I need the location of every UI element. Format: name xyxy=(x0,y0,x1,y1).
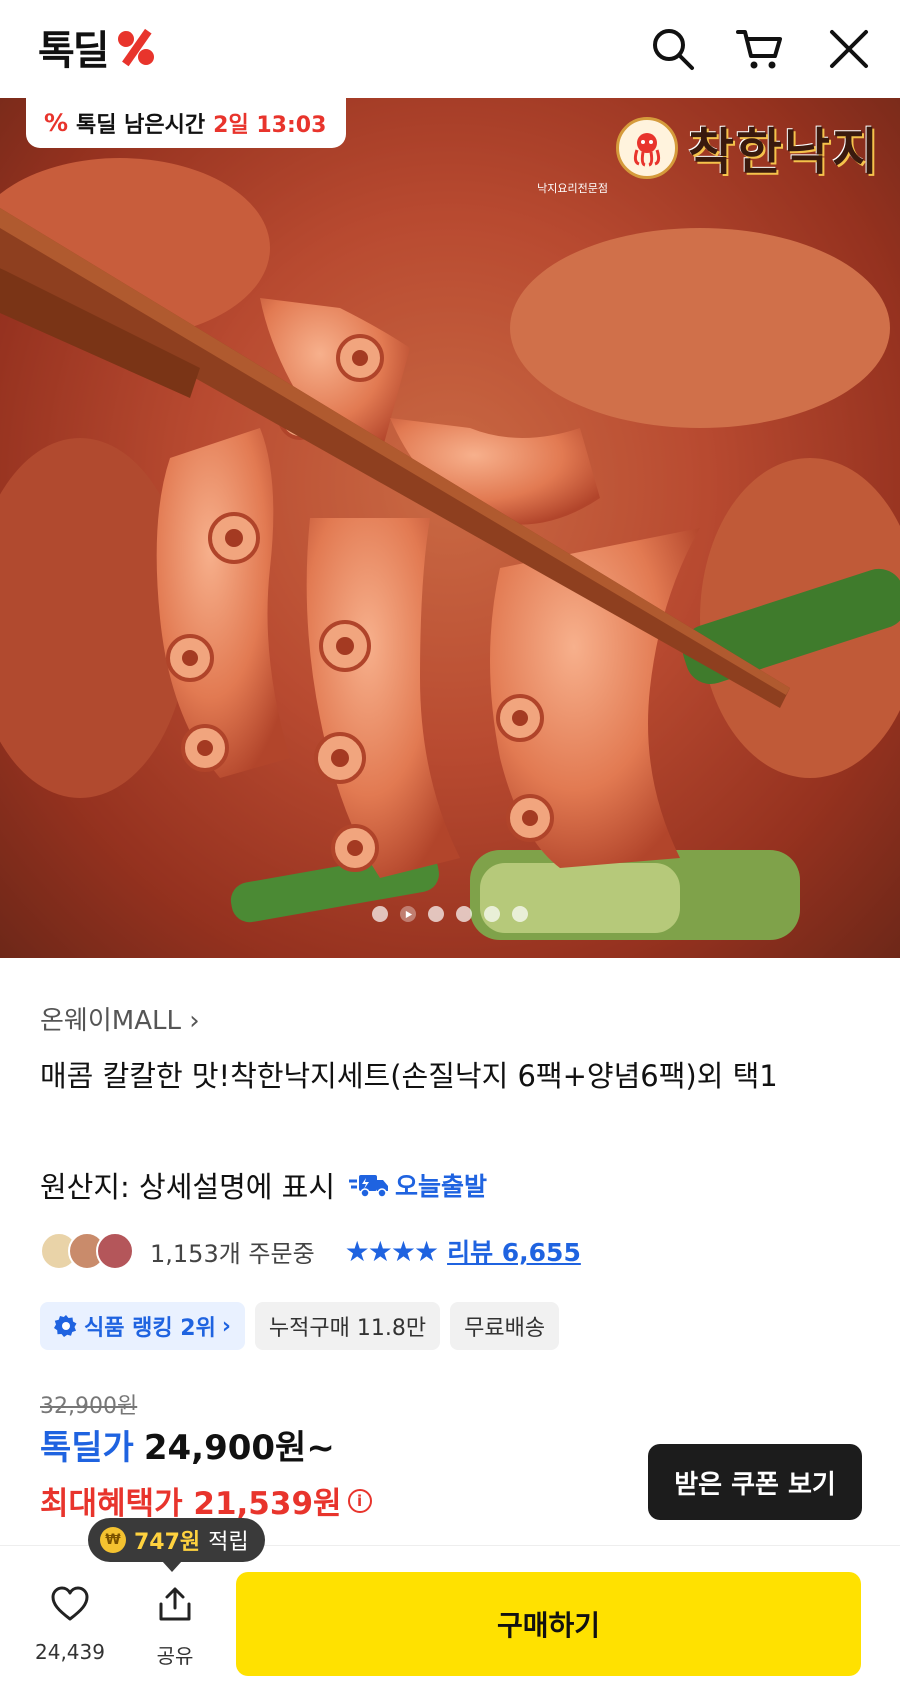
logo-text: 톡딜 xyxy=(38,28,110,74)
deal-price-row: 톡딜가 24,900원~ xyxy=(40,1420,335,1469)
buyer-avatars xyxy=(40,1232,134,1270)
original-price: 32,900원 xyxy=(40,1394,138,1419)
brand-name: 착한낙지 xyxy=(688,122,880,181)
heart-icon xyxy=(51,1586,89,1621)
brand-watermark: 착한낙지 xyxy=(616,112,880,184)
talkdeal-logo[interactable]: 톡딜 xyxy=(38,22,160,74)
ranking-tag-label: 식품 랭킹 2위 xyxy=(84,1316,216,1341)
seller-name: 온웨이MALL xyxy=(40,1006,181,1036)
close-icon[interactable] xyxy=(824,24,874,74)
like-button[interactable]: 24,439 xyxy=(30,1586,110,1664)
ranking-tag[interactable]: 식품 랭킹 2위 › xyxy=(40,1302,245,1350)
deal-timer-badge: % 톡딜 남은시간 2일 13:03 xyxy=(26,98,347,148)
top-header: 톡딜 xyxy=(0,0,900,98)
share-icon xyxy=(159,1587,191,1621)
chevron-right-icon: › xyxy=(189,1006,200,1036)
tag-list: 식품 랭킹 2위 › 누적구매 11.8만 무료배송 xyxy=(40,1302,560,1350)
shipping-label: 오늘출발 xyxy=(395,1172,488,1201)
max-benefit-price: 최대혜택가 21,539원 xyxy=(40,1486,342,1522)
carousel-dot[interactable] xyxy=(484,906,500,922)
product-image-carousel[interactable]: % 톡딜 남은시간 2일 13:03 착한낙지 낙지요리전문점 xyxy=(0,98,900,958)
timer-label: 톡딜 남은시간 xyxy=(76,113,206,138)
info-icon[interactable]: i xyxy=(347,1488,372,1513)
origin-row: 원산지: 상세설명에 표시 오늘출발 xyxy=(40,1164,487,1206)
carousel-indicator xyxy=(0,906,900,922)
review-link[interactable]: 리뷰 6,655 xyxy=(447,1233,581,1269)
brand-subtitle: 낙지요리전문점 xyxy=(537,182,608,195)
cart-icon[interactable] xyxy=(735,24,785,74)
points-tooltip: ₩ 747원 적립 xyxy=(88,1518,265,1572)
like-count: 24,439 xyxy=(35,1640,105,1664)
points-suffix: 적립 xyxy=(208,1530,249,1555)
badge-icon xyxy=(54,1315,77,1337)
deal-label: 톡딜가 xyxy=(40,1428,134,1468)
shipping-badge: 오늘출발 xyxy=(349,1167,487,1203)
product-title: 매콤 칼칼한 맛!착한낙지세트(손질낙지 6팩+양념6팩)외 택1 xyxy=(40,1059,778,1093)
bottom-action-bar: 24,439 공유 구매하기 xyxy=(0,1545,900,1703)
carousel-dot[interactable] xyxy=(428,906,444,922)
percent-icon: % xyxy=(44,109,69,137)
share-button[interactable]: 공유 xyxy=(140,1586,210,1669)
carousel-dot[interactable] xyxy=(456,906,472,922)
seller-link[interactable]: 온웨이MALL › xyxy=(40,1000,200,1037)
search-icon[interactable] xyxy=(648,24,698,74)
timer-value: 2일 13:03 xyxy=(213,113,327,138)
points-amount: 747원 xyxy=(134,1530,201,1555)
won-coin-icon: ₩ xyxy=(100,1527,126,1553)
origin-text: 원산지: 상세설명에 표시 xyxy=(40,1170,336,1204)
max-benefit-row[interactable]: 최대혜택가 21,539원 i xyxy=(40,1478,372,1523)
delivery-truck-icon xyxy=(349,1175,389,1198)
octopus-logo-icon xyxy=(616,117,678,179)
carousel-dot[interactable] xyxy=(512,906,528,922)
coupon-button[interactable]: 받은 쿠폰 보기 xyxy=(648,1444,862,1520)
percent-logo-icon xyxy=(117,28,154,67)
avatar xyxy=(96,1232,134,1270)
deal-price: 24,900원~ xyxy=(143,1428,335,1468)
chevron-right-icon: › xyxy=(221,1313,231,1339)
stats-row: 1,153개 주문중 ★★★★ 리뷰 6,655 xyxy=(40,1232,581,1270)
carousel-play-icon[interactable] xyxy=(400,906,416,922)
order-count: 1,153개 주문중 xyxy=(150,1239,315,1268)
share-label: 공유 xyxy=(156,1644,194,1668)
free-shipping-tag: 무료배송 xyxy=(450,1302,560,1350)
octopus-dish-image xyxy=(0,98,900,958)
buy-button[interactable]: 구매하기 xyxy=(236,1572,861,1676)
carousel-dot[interactable] xyxy=(372,906,388,922)
cumulative-sales-tag: 누적구매 11.8만 xyxy=(254,1302,441,1350)
rating-stars-icon: ★★★★ xyxy=(344,1234,439,1268)
